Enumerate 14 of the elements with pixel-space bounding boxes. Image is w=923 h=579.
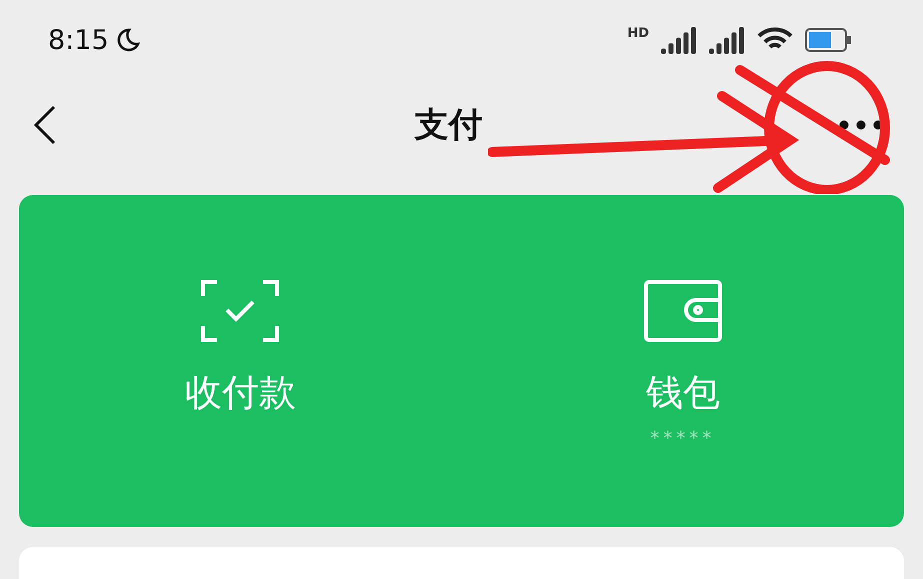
back-button[interactable] — [32, 105, 58, 145]
moon-icon — [114, 27, 141, 53]
signal-icon — [709, 26, 745, 54]
scan-check-icon — [201, 280, 280, 342]
card-label[interactable]: 收付款 — [184, 368, 296, 418]
battery-icon — [805, 26, 853, 54]
card-label[interactable]: 钱包 — [646, 368, 720, 418]
status-time: 8:15 — [48, 24, 141, 56]
page-title: 支付 — [414, 104, 482, 147]
more-button[interactable] — [839, 120, 883, 130]
network-label: HD — [627, 26, 649, 41]
masked-balance: ***** — [650, 428, 716, 449]
wallet-icon — [644, 280, 722, 342]
signal-icon — [661, 26, 697, 54]
